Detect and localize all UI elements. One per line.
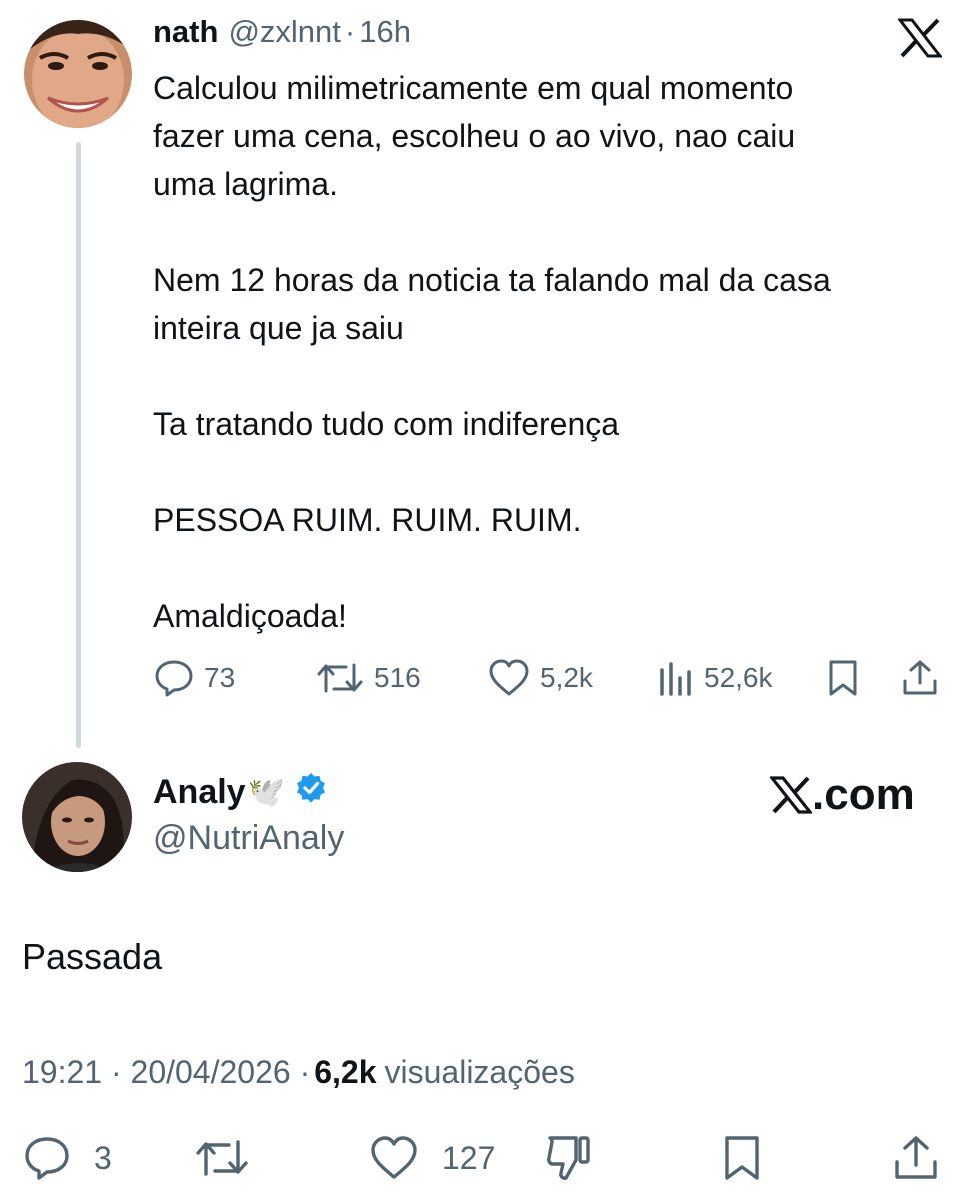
quoted-author-handle[interactable]: @zxlnnt: [228, 14, 340, 50]
bookmark-action-2[interactable]: [722, 1132, 762, 1184]
header-separator: ·: [344, 14, 356, 49]
reply-author-handle[interactable]: @NutriAnaly: [153, 819, 344, 858]
repost-count: 516: [374, 662, 421, 693]
avatar-analy-image: [22, 762, 132, 872]
like-count: 5,2k: [540, 662, 593, 693]
heart-icon: [371, 1136, 417, 1179]
repost-action[interactable]: 516: [316, 656, 421, 700]
avatar-nath-image: [24, 20, 132, 128]
share-action[interactable]: [902, 656, 938, 700]
tweet-line: fazer uma cena, escolheu o ao vivo, nao …: [153, 118, 796, 154]
quoted-tweet-time[interactable]: 16h: [359, 14, 411, 50]
avatar-analy[interactable]: [22, 762, 132, 872]
tweet-timestamp[interactable]: 19:21 · 20/04/2026 ·: [22, 1054, 310, 1091]
reply-action-2[interactable]: 3: [24, 1132, 112, 1184]
x-logo-icon: [896, 18, 944, 63]
bookmark-icon: [829, 660, 857, 696]
tweet-meta: 19:21 · 20/04/2026 · 6,2k visualizações: [22, 1054, 575, 1091]
share-action-2[interactable]: [894, 1132, 938, 1184]
line-spacer: [153, 448, 953, 496]
repost-icon: [317, 663, 363, 693]
dove-emoji: 🕊️: [247, 776, 285, 809]
reply-tweet-text: Passada: [22, 936, 163, 977]
tweet-line: uma lagrima.: [153, 166, 338, 202]
tweet-line: Calculou milimetricamente em qual moment…: [153, 70, 794, 106]
views-chart-icon: [660, 662, 691, 696]
dislike-action[interactable]: [546, 1132, 592, 1184]
tweet-line: PESSOA RUIM. RUIM. RUIM.: [153, 502, 582, 538]
reply-author-row: Analy 🕊️: [153, 772, 327, 813]
like-action-2[interactable]: 127: [370, 1132, 495, 1184]
reply-icon: [25, 1137, 69, 1180]
bookmark-icon: [725, 1136, 759, 1180]
views-label: visualizações: [384, 1054, 575, 1090]
heart-icon: [489, 659, 529, 696]
reply-icon: [155, 660, 193, 697]
reply-count: 73: [204, 662, 236, 693]
tweet-line: Ta tratando tudo com indiferença: [153, 406, 620, 442]
reply-count-2: 3: [94, 1139, 112, 1176]
tweet-line: Amaldiçoada!: [153, 598, 347, 634]
like-action[interactable]: 5,2k: [488, 656, 593, 700]
x-logo-icon: [770, 776, 812, 814]
thumbs-down-icon: [547, 1136, 590, 1180]
repost-action-2[interactable]: [194, 1132, 250, 1184]
xcom-watermark-text: .com: [812, 770, 915, 819]
line-spacer: [153, 352, 953, 400]
reply-action[interactable]: 73: [154, 656, 235, 700]
avatar-nath[interactable]: [24, 20, 132, 128]
thread-connector-line: [76, 142, 81, 748]
line-spacer: [153, 544, 953, 592]
views-count: 52,6k: [704, 662, 773, 693]
line-spacer: [153, 208, 953, 256]
like-count-2: 127: [442, 1139, 496, 1176]
bookmark-action[interactable]: [826, 656, 860, 700]
views-count-bold: 6,2k: [314, 1054, 377, 1090]
reply-author-name[interactable]: Analy: [153, 773, 246, 812]
share-icon: [903, 660, 937, 695]
repost-icon: [196, 1140, 248, 1176]
views-action[interactable]: 52,6k: [658, 656, 773, 700]
share-icon: [895, 1136, 937, 1179]
tweet-line: inteira que ja saiu: [153, 310, 404, 346]
tweet-line: Nem 12 horas da noticia ta falando mal d…: [153, 262, 831, 298]
verified-badge-icon: [295, 772, 327, 813]
quoted-tweet-body: Calculou milimetricamente em qual moment…: [153, 64, 953, 640]
quoted-tweet-header: nath @zxlnnt · 16h: [153, 14, 411, 58]
xcom-watermark: .com: [770, 770, 915, 820]
quoted-author-name[interactable]: nath: [153, 14, 218, 50]
